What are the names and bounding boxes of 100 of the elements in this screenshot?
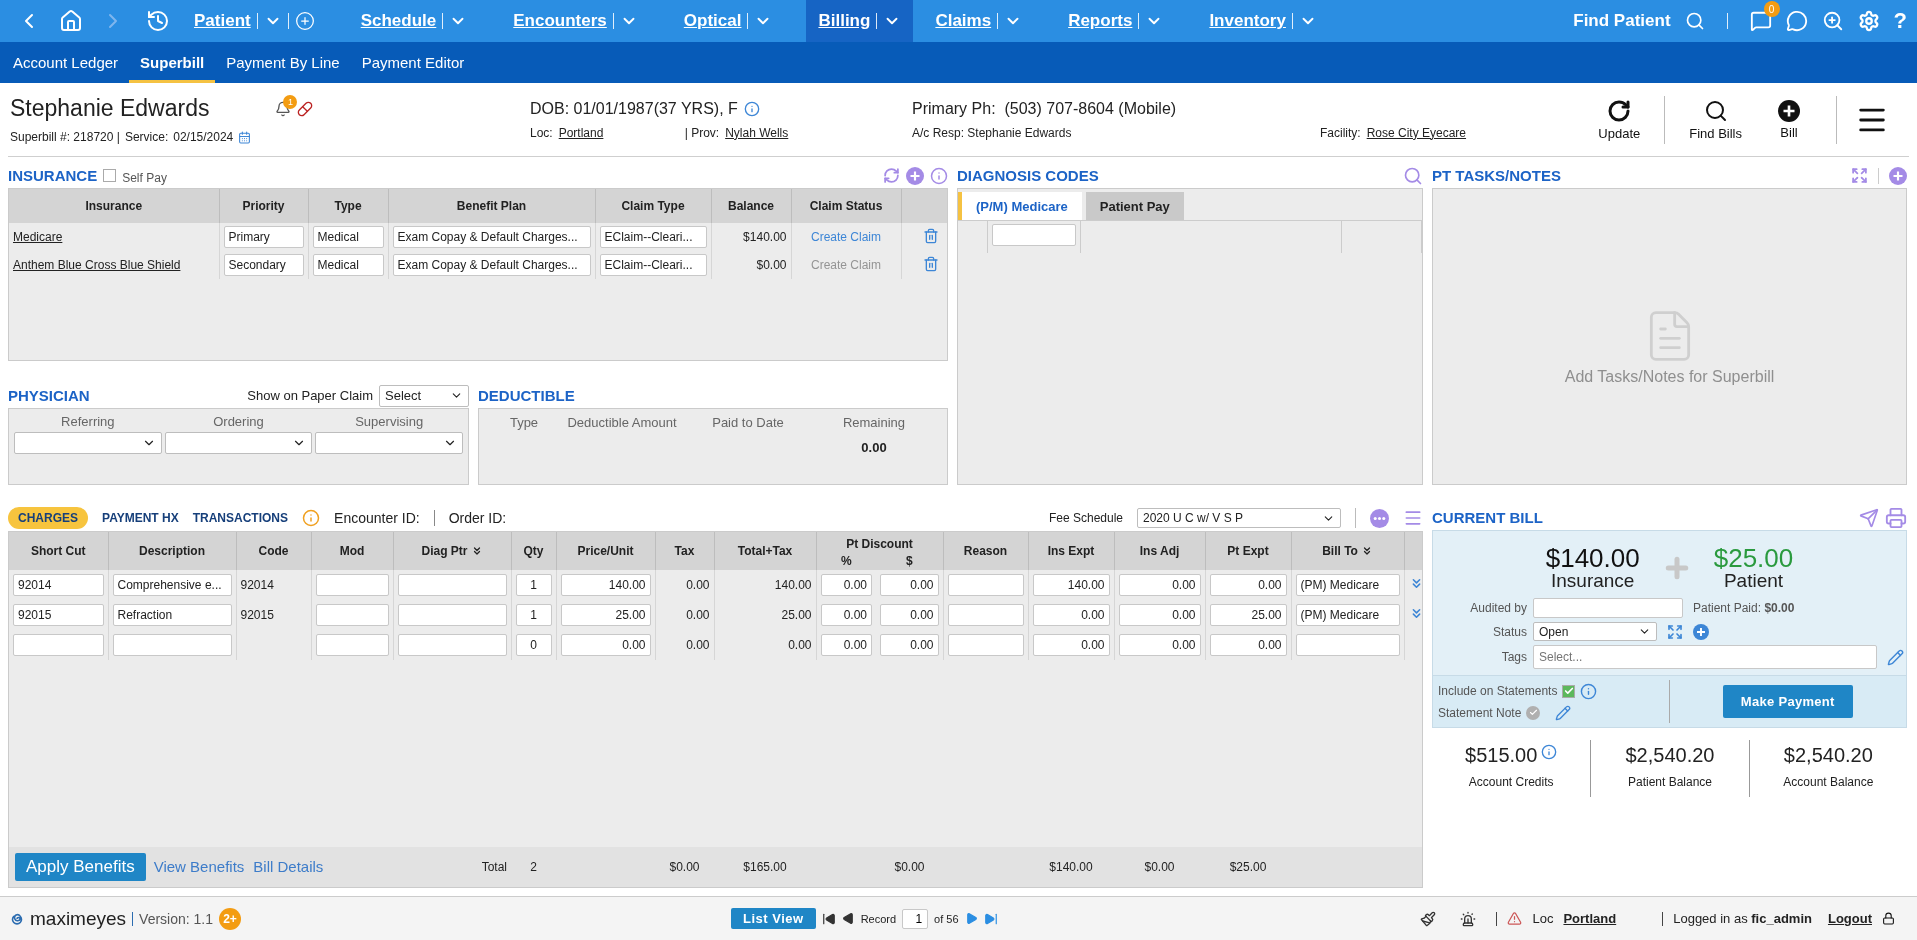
cell-field[interactable]	[315, 634, 389, 656]
siren-icon[interactable]	[1460, 910, 1477, 927]
cell-field[interactable]	[397, 574, 507, 596]
trash-icon[interactable]	[923, 255, 939, 272]
cell-field[interactable]	[397, 634, 507, 656]
show-on-claim-select[interactable]: Select	[379, 384, 469, 407]
cell-field[interactable]	[947, 634, 1024, 656]
cell-field[interactable]: 0.00	[1118, 574, 1201, 596]
cell-field[interactable]: 0.00	[560, 634, 651, 656]
refresh-icon[interactable]	[883, 167, 900, 184]
sub-tab[interactable]: Payment By Line	[215, 42, 351, 83]
charges-tab[interactable]: TRANSACTIONS	[192, 507, 289, 529]
priority-field[interactable]: Secondary	[223, 254, 304, 276]
add-icon[interactable]	[294, 11, 315, 31]
cell-field[interactable]	[1295, 634, 1400, 656]
diagnosis-tab[interactable]: Patient Pay	[1085, 192, 1184, 220]
cell-field[interactable]: 140.00	[560, 574, 651, 596]
cell-field[interactable]: 0.00	[1118, 604, 1201, 626]
search-plus-icon[interactable]	[1821, 10, 1844, 32]
claim-type-field[interactable]: EClaim--Cleari...	[599, 254, 707, 276]
self-pay-checkbox[interactable]	[103, 169, 117, 182]
previous-record-icon[interactable]	[841, 912, 855, 925]
search-icon[interactable]	[1403, 165, 1423, 186]
cell-field[interactable]: 0.00	[820, 574, 872, 596]
cell-field[interactable]	[397, 604, 507, 626]
chat-icon[interactable]	[1785, 10, 1808, 32]
add-icon[interactable]	[906, 166, 924, 185]
cell-field[interactable]: 92014	[13, 574, 104, 596]
cell-field[interactable]: 0.00	[1032, 604, 1110, 626]
more-icon[interactable]	[1370, 508, 1389, 528]
tags-field[interactable]: Select...	[1533, 645, 1877, 669]
send-icon[interactable]	[1859, 507, 1879, 528]
brush-icon[interactable]	[1420, 910, 1437, 927]
cell-field[interactable]: 0.00	[820, 604, 872, 626]
cell-field[interactable]: 0.00	[1118, 634, 1201, 656]
list-view-button[interactable]: List View	[731, 908, 816, 929]
cell-field[interactable]: 0.00	[1032, 634, 1110, 656]
charges-tab[interactable]: PAYMENT HX	[102, 507, 179, 529]
cell-field[interactable]: 0.00	[880, 634, 939, 656]
expand-icon[interactable]	[1851, 167, 1868, 184]
cell-field[interactable]: 0.00	[880, 604, 939, 626]
priority-field[interactable]: Primary	[223, 226, 304, 248]
nav-tab[interactable]: Billing	[806, 0, 914, 42]
cell-field[interactable]: 0	[515, 634, 552, 656]
sub-tab[interactable]: Superbill	[129, 42, 216, 83]
logout-link[interactable]: Logout	[1827, 911, 1872, 926]
nav-link[interactable]: Billing	[818, 11, 871, 31]
apply-benefits-button[interactable]: Apply Benefits	[15, 853, 146, 881]
cell-field[interactable]: 0.00	[880, 574, 939, 596]
claim-type-field[interactable]: EClaim--Cleari...	[599, 226, 707, 248]
info-icon[interactable]	[1580, 682, 1598, 700]
fee-schedule-select[interactable]: 2020 U C w/ V S P	[1137, 508, 1341, 528]
make-payment-button[interactable]: Make Payment	[1722, 685, 1853, 718]
cell-field[interactable]: (PM) Medicare	[1295, 574, 1400, 596]
cell-field[interactable]: Refraction	[112, 604, 232, 626]
trash-icon[interactable]	[923, 227, 939, 244]
next-record-icon[interactable]	[964, 912, 978, 925]
cell-field[interactable]	[947, 604, 1024, 626]
info-icon[interactable]	[930, 166, 948, 185]
charges-tab[interactable]: CHARGES	[8, 507, 88, 529]
search-icon[interactable]	[1684, 11, 1705, 31]
sub-tab[interactable]: Account Ledger	[2, 42, 130, 83]
type-field[interactable]: Medical	[312, 254, 384, 276]
physician-select[interactable]	[14, 432, 162, 454]
cell-field[interactable]: 140.00	[1032, 574, 1110, 596]
check-circle-icon[interactable]	[1526, 705, 1541, 720]
cell-field[interactable]	[13, 634, 104, 656]
settings-icon[interactable]	[1857, 10, 1880, 32]
cell-field[interactable]	[315, 604, 389, 626]
action-button[interactable]: Find Bills	[1671, 98, 1760, 141]
expand-icon[interactable]	[1667, 623, 1683, 640]
add-icon[interactable]	[1889, 166, 1907, 185]
info-icon[interactable]	[302, 509, 321, 527]
record-field[interactable]: 1	[902, 908, 929, 929]
cell-field[interactable]: 1	[515, 604, 552, 626]
location-link[interactable]: Portland	[558, 125, 679, 140]
cell-field[interactable]: (PM) Medicare	[1295, 604, 1400, 626]
lock-icon[interactable]	[1882, 912, 1895, 925]
sub-tab[interactable]: Payment Editor	[350, 42, 476, 83]
action-button[interactable]: Update	[1580, 98, 1659, 141]
action-button[interactable]: Bill	[1760, 99, 1818, 140]
physician-select[interactable]	[315, 432, 463, 454]
pencil-icon[interactable]	[1555, 704, 1572, 721]
warning-icon[interactable]	[1507, 911, 1523, 926]
first-record-icon[interactable]	[821, 911, 836, 926]
cell-field[interactable]: 1	[515, 574, 552, 596]
history-icon[interactable]	[146, 9, 170, 33]
cell-field[interactable]: 0.00	[820, 634, 872, 656]
cell-field[interactable]: 92015	[13, 604, 104, 626]
location-link[interactable]: Portland	[1563, 911, 1617, 926]
pencil-icon[interactable]	[1887, 648, 1904, 666]
insurance-link[interactable]: Medicare	[13, 230, 63, 244]
cell-field[interactable]: 25.00	[1209, 604, 1287, 626]
cell-field[interactable]: Comprehensive e...	[112, 574, 232, 596]
benefit-plan-field[interactable]: Exam Copay & Default Charges...	[392, 226, 591, 248]
diagnosis-tab[interactable]: (P/M) Medicare	[958, 192, 1082, 220]
status-select[interactable]: Open	[1533, 622, 1657, 641]
audited-by-field[interactable]	[1533, 598, 1683, 618]
physician-select[interactable]	[164, 432, 313, 454]
diagnosis-code-field[interactable]	[992, 224, 1076, 246]
